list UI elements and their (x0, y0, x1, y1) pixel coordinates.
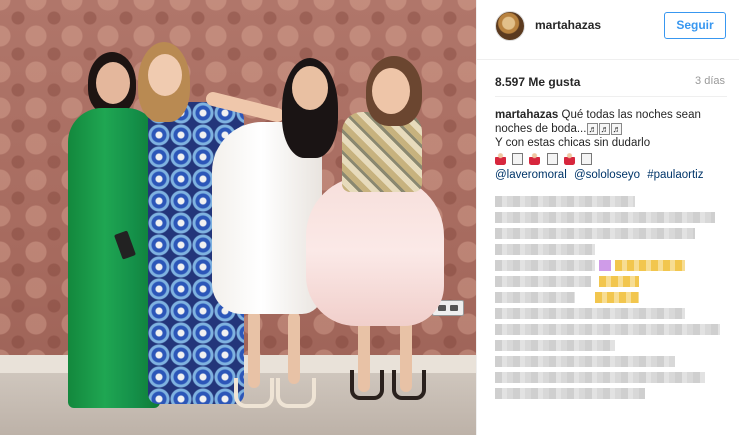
music-note-icon: ♬ (599, 122, 611, 135)
hashtag-link[interactable]: #paulaortiz (647, 169, 703, 181)
comment-row (495, 356, 727, 367)
mentions-line: @laveromoral @sololoseyo #paulaortiz (495, 168, 727, 182)
music-note-icon: ♬ (611, 122, 623, 135)
comment-row (495, 276, 727, 287)
dancer-emoji-icon (495, 152, 506, 165)
follow-button[interactable]: Seguir (664, 12, 726, 39)
box-emoji-icon (546, 152, 558, 165)
comment-row (495, 244, 727, 255)
box-emoji-icon (581, 152, 593, 165)
dancer-emoji-icon (529, 152, 541, 165)
comment-row (495, 388, 727, 399)
username-link[interactable]: martahazas (535, 18, 601, 32)
blurred-comments (495, 196, 727, 404)
music-note-icon: ♬ (587, 122, 599, 135)
comment-row (495, 292, 727, 303)
comment-row (495, 212, 727, 223)
post-sidebar: martahazas Seguir 8.597 Me gusta 3 días … (476, 0, 739, 435)
comment-row (495, 260, 727, 271)
likes-count[interactable]: 8.597 Me gusta (495, 75, 580, 89)
caption-username-link[interactable]: martahazas (495, 109, 558, 121)
comment-row (495, 340, 727, 351)
post-time[interactable]: 3 días (695, 75, 725, 87)
post-photo[interactable] (0, 0, 476, 435)
emoji-row (495, 152, 727, 166)
comment-row (495, 228, 727, 239)
comment-row (495, 196, 727, 207)
comment-row (495, 324, 727, 335)
mention-link[interactable]: @sololoseyo (574, 169, 640, 181)
comment-row (495, 372, 727, 383)
caption-line-1: Qué todas las noches sean (561, 109, 701, 121)
comment-row (495, 308, 727, 319)
caption-line-2: noches de boda... (495, 123, 587, 135)
caption-line-3: Y con estas chicas sin dudarlo (495, 137, 651, 149)
divider (495, 96, 727, 97)
caption: martahazas Qué todas las noches sean noc… (495, 108, 727, 182)
dancer-emoji-icon (563, 152, 575, 165)
mention-link[interactable]: @laveromoral (495, 169, 567, 181)
post-header: martahazas Seguir (477, 0, 739, 60)
box-emoji-icon (512, 152, 524, 165)
avatar[interactable] (495, 11, 525, 41)
